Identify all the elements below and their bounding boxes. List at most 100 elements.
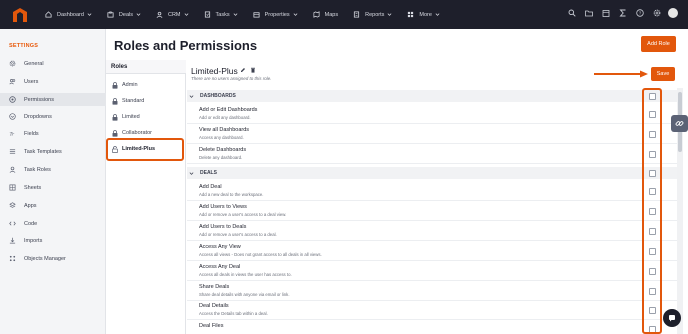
permission-name: Add Users to Deals <box>199 224 247 230</box>
settings-sidebar: SETTINGS General Users Permissions Dropd… <box>0 29 106 334</box>
trash-icon[interactable] <box>250 67 256 73</box>
chevron-down-icon <box>189 94 194 98</box>
nav-reports-label: Reports <box>365 11 385 18</box>
users-icon <box>9 79 16 85</box>
section-dashboards[interactable]: DASHBOARDS <box>187 90 677 102</box>
extension-button[interactable] <box>671 115 688 132</box>
permission-desc: Add or remove a user's access to a deal. <box>199 232 277 237</box>
role-label: Admin <box>122 82 138 88</box>
tasks-icon <box>204 11 210 18</box>
fields-icon: Tr <box>9 132 15 137</box>
save-button[interactable]: Save <box>651 67 675 81</box>
lock-icon <box>112 113 118 121</box>
role-tools <box>240 67 260 73</box>
svg-text:?: ? <box>639 11 642 16</box>
role-item-admin[interactable]: Admin <box>106 78 186 92</box>
section-title: DASHBOARDS <box>200 93 236 99</box>
app-logo[interactable] <box>13 7 27 22</box>
sidebar-item-fields[interactable]: Tr Fields <box>0 127 106 140</box>
role-label: Limited <box>122 114 140 120</box>
chat-button[interactable] <box>663 309 681 327</box>
task-templates-icon <box>9 149 16 154</box>
permission-row: Add Users to Views Add or remove a user'… <box>187 201 677 221</box>
sidebar-item-label: Objects Manager <box>24 255 66 262</box>
page-title: Roles and Permissions <box>114 38 258 53</box>
sidebar-item-label: Code <box>24 220 38 227</box>
chevron-down-icon <box>136 13 141 16</box>
sigma-icon[interactable] <box>619 9 627 17</box>
chevron-down-icon <box>233 13 238 16</box>
nav-properties-label: Properties <box>264 11 290 18</box>
permission-name: Add Users to Views <box>199 204 247 210</box>
apps-icon <box>9 202 16 208</box>
permission-name: Share Deals <box>199 284 230 290</box>
nav-tasks-label: Tasks <box>215 11 230 18</box>
nav-properties[interactable]: Properties <box>253 11 298 18</box>
nav-maps[interactable]: Maps <box>313 11 338 18</box>
arrow-annotation <box>594 70 648 78</box>
reports-icon <box>354 11 360 18</box>
sidebar-item-sheets[interactable]: Sheets <box>0 181 106 194</box>
sidebar-item-apps[interactable]: Apps <box>0 199 106 212</box>
role-item-limited[interactable]: Limited <box>106 110 186 124</box>
chat-icon <box>669 315 675 322</box>
sidebar-item-code[interactable]: Code <box>0 217 106 230</box>
chevron-down-icon <box>189 171 194 175</box>
crm-icon <box>156 11 163 18</box>
chevron-down-icon <box>87 13 92 16</box>
permission-row: Delete Dashboards Delete any dashboard. <box>187 144 677 164</box>
chevron-down-icon <box>435 13 440 16</box>
maps-icon <box>313 11 320 18</box>
role-label: Collaborator <box>122 130 152 136</box>
edit-icon[interactable] <box>240 67 246 73</box>
sidebar-item-general[interactable]: General <box>0 57 106 70</box>
svg-text:Tr: Tr <box>9 132 15 137</box>
lock-icon <box>112 97 118 105</box>
sidebar-item-users[interactable]: Users <box>0 75 106 88</box>
nav-tasks[interactable]: Tasks <box>204 11 238 18</box>
sidebar-item-objects-manager[interactable]: Objects Manager <box>0 252 106 265</box>
search-icon[interactable] <box>568 9 576 17</box>
gear-icon <box>9 60 16 67</box>
add-role-button[interactable]: Add Role <box>641 36 676 52</box>
permission-desc: Add or remove a user's access to a deal … <box>199 212 287 217</box>
permission-row: Deal Details Access the Details tab with… <box>187 300 677 320</box>
nav-dashboard[interactable]: Dashboard <box>45 11 92 18</box>
permission-row: Access Any Deal Access all deals in view… <box>187 261 677 281</box>
permission-row: Share Deals Share deal details with anyo… <box>187 281 677 301</box>
permission-row: Add Deal Add a new deal to the workspace… <box>187 181 677 201</box>
nav-reports[interactable]: Reports <box>353 11 392 18</box>
top-nav: Dashboard Deals CRM Tasks Properties Map… <box>0 0 688 29</box>
help-icon[interactable]: ? <box>636 9 644 17</box>
section-deals[interactable]: DEALS <box>187 167 677 179</box>
permission-desc: Add or edit any dashboard. <box>199 115 251 120</box>
sidebar-item-imports[interactable]: Imports <box>0 234 106 247</box>
properties-icon <box>253 12 260 18</box>
role-item-standard[interactable]: Standard <box>106 94 186 108</box>
top-right-tools: ? <box>559 8 678 18</box>
sidebar-item-task-templates[interactable]: Task Templates <box>0 145 106 158</box>
imports-icon <box>9 237 16 244</box>
permission-row: Deal Files <box>187 320 677 334</box>
sidebar-item-label: Task Templates <box>24 148 62 155</box>
permission-desc: Access any dashboard. <box>199 135 244 140</box>
sidebar-item-permissions[interactable]: Permissions <box>0 93 106 106</box>
nav-maps-label: Maps <box>324 11 339 18</box>
chevron-down-icon <box>293 13 298 16</box>
permission-row: Add or Edit Dashboards Add or edit any d… <box>187 104 677 124</box>
checkbox-column-highlight-box <box>642 88 662 334</box>
sidebar-item-task-roles[interactable]: Task Roles <box>0 163 106 176</box>
sheets-icon <box>9 184 16 191</box>
role-highlight-box <box>106 138 184 161</box>
sidebar-item-dropdowns[interactable]: Dropdowns <box>0 110 106 123</box>
nav-deals[interactable]: Deals <box>107 11 141 18</box>
permission-name: Add Deal <box>199 184 222 190</box>
gear-icon[interactable] <box>653 9 661 17</box>
nav-crm[interactable]: CRM <box>156 11 189 18</box>
permission-row: View all Dashboards Access any dashboard… <box>187 124 677 144</box>
nav-more[interactable]: More <box>407 11 440 18</box>
calendar-icon[interactable] <box>602 9 610 17</box>
avatar[interactable] <box>668 8 678 18</box>
folder-icon[interactable] <box>585 9 593 17</box>
permission-desc: Delete any dashboard. <box>199 155 243 160</box>
